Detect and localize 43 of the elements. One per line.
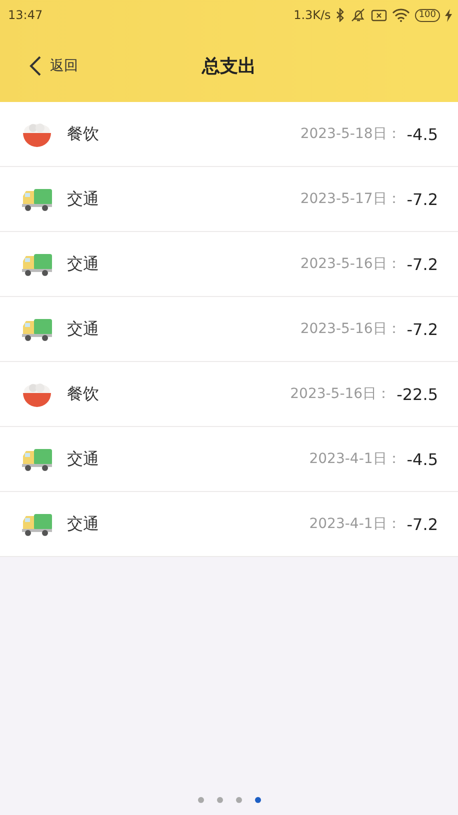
expense-row[interactable]: 餐饮 2023-5-18日： -4.5 — [0, 102, 458, 167]
wifi-icon — [392, 8, 410, 22]
expense-row[interactable]: 交通 2023-4-1日： -4.5 — [0, 427, 458, 492]
category-label: 餐饮 — [67, 384, 100, 404]
expense-row[interactable]: 交通 2023-5-16日： -7.2 — [0, 232, 458, 297]
category-label: 交通 — [67, 514, 100, 534]
page-dot[interactable] — [236, 797, 242, 803]
page-dot[interactable] — [216, 797, 222, 803]
amount-label: -7.2 — [406, 514, 438, 534]
amount-label: -22.5 — [396, 384, 438, 404]
battery-level: 100 — [414, 8, 440, 22]
page-dot[interactable] — [198, 797, 204, 803]
expense-row[interactable]: 交通 2023-5-17日： -7.2 — [0, 167, 458, 232]
sim-icon — [370, 8, 387, 22]
status-time: 13:47 — [8, 8, 43, 22]
date-label: 2023-5-16日： — [290, 385, 391, 403]
page-dot[interactable] — [254, 797, 260, 803]
category-label: 交通 — [67, 254, 100, 274]
bell-muted-icon — [350, 8, 366, 22]
network-speed: 1.3K/s — [294, 8, 331, 22]
date-label: 2023-5-16日： — [300, 255, 401, 273]
date-label: 2023-5-16日： — [300, 320, 401, 338]
category-label: 交通 — [67, 448, 100, 470]
expense-row[interactable]: 餐饮 2023-5-16日： -22.5 — [0, 362, 458, 427]
category-label: 餐饮 — [67, 124, 100, 144]
page-title: 总支出 — [202, 55, 256, 78]
date-label: 2023-5-18日： — [300, 125, 401, 143]
date-label: 2023-4-1日： — [309, 515, 401, 533]
charging-icon — [445, 8, 452, 22]
amount-label: -4.5 — [406, 124, 438, 144]
amount-label: -4.5 — [406, 450, 438, 468]
date-label: 2023-4-1日： — [309, 450, 401, 468]
date-label: 2023-5-17日： — [300, 190, 401, 208]
chevron-left-icon — [28, 55, 42, 77]
expense-row[interactable]: 交通 2023-5-16日： -7.2 — [0, 297, 458, 362]
expense-row[interactable]: 交通 2023-4-1日： -7.2 — [0, 492, 458, 557]
back-button[interactable]: 返回 — [22, 51, 84, 81]
amount-label: -7.2 — [406, 190, 438, 208]
category-label: 交通 — [67, 188, 100, 210]
bluetooth-icon — [336, 8, 345, 22]
amount-label: -7.2 — [406, 254, 438, 274]
category-label: 交通 — [67, 318, 100, 340]
amount-label: -7.2 — [406, 320, 438, 338]
